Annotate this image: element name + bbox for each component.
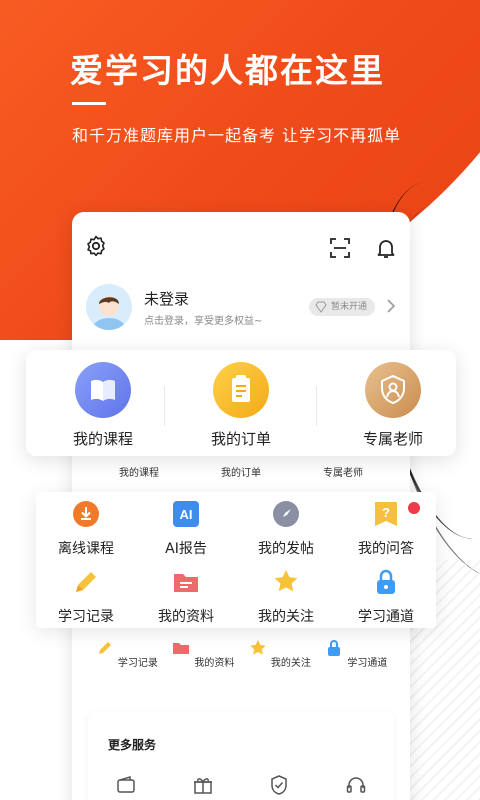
- notification-dot: [408, 502, 420, 514]
- small-tile-courses[interactable]: 我的课程: [119, 464, 159, 479]
- small-tile-orders[interactable]: 我的订单: [221, 464, 261, 479]
- teacher-icon: [365, 362, 421, 418]
- lock-icon: [377, 569, 395, 594]
- tool-ai-report[interactable]: AI AI报告: [136, 500, 236, 558]
- tile-label: 我的课程: [72, 430, 133, 448]
- small-tile-teacher[interactable]: 专属老师: [323, 464, 363, 479]
- svg-text:AI: AI: [180, 507, 193, 522]
- book-icon: [75, 362, 131, 418]
- scan-icon[interactable]: [328, 236, 352, 260]
- top-bar: [72, 212, 410, 282]
- tool-my-follows[interactable]: 我的关注: [236, 568, 336, 626]
- more-services-icons: [88, 774, 394, 796]
- star-icon: [274, 570, 298, 592]
- headset-icon[interactable]: [345, 774, 367, 796]
- tool-label: 离线课程: [58, 541, 114, 557]
- clipboard-icon: [213, 362, 269, 418]
- compass-icon: [273, 501, 299, 527]
- settings-icon[interactable]: [84, 234, 108, 258]
- tool-label: 我的资料: [158, 609, 214, 625]
- ai-icon: AI: [173, 501, 199, 527]
- tool-my-materials[interactable]: 我的资料: [136, 568, 236, 626]
- headline-underline: [72, 102, 106, 105]
- folder-icon: [174, 574, 198, 592]
- mini-tool-label: 我的资料: [194, 658, 235, 669]
- vip-badge-label: 暂未开通: [331, 302, 368, 312]
- chevron-right-icon[interactable]: [386, 298, 396, 314]
- profile-section[interactable]: 未登录 点击登录，享受更多权益~ 暂未开通: [86, 284, 396, 340]
- avatar-icon: [86, 284, 132, 330]
- divider: [164, 386, 165, 426]
- main-tiles-panel: 我的课程 我的订单 专属老师: [26, 350, 456, 456]
- tile-exclusive-teacher[interactable]: 专属老师: [338, 362, 448, 449]
- download-icon: [73, 501, 99, 527]
- headline: 爱学习的人都在这里: [70, 51, 385, 90]
- subheadline: 和千万准题库用户一起备考 让学习不再孤单: [72, 126, 402, 145]
- mini-tool-label: 学习通道: [347, 658, 388, 669]
- lock-icon: [328, 640, 341, 656]
- tile-my-courses[interactable]: 我的课程: [48, 362, 158, 449]
- divider: [316, 386, 317, 426]
- mini-tool-study-record[interactable]: 学习记录: [91, 630, 161, 698]
- mini-tool-label: 学习记录: [117, 658, 158, 669]
- svg-text:?: ?: [382, 505, 390, 520]
- avatar[interactable]: [86, 284, 132, 330]
- pencil-icon: [76, 572, 96, 592]
- tile-label: 专属老师: [362, 430, 423, 448]
- shield-icon[interactable]: [268, 774, 290, 796]
- tool-my-posts[interactable]: 我的发帖: [236, 500, 336, 558]
- vip-badge[interactable]: 暂未开通: [309, 298, 376, 316]
- bell-icon[interactable]: [374, 236, 398, 260]
- login-subtitle: 点击登录，享受更多权益~: [144, 316, 263, 327]
- mini-tool-channel[interactable]: 学习通道: [321, 630, 391, 698]
- tile-my-orders[interactable]: 我的订单: [186, 362, 296, 449]
- pencil-icon: [98, 642, 111, 654]
- tool-study-channel[interactable]: 学习通道: [336, 568, 436, 626]
- tile-label: 我的订单: [210, 430, 271, 448]
- mini-tool-label: 我的关注: [270, 658, 311, 669]
- tool-label: 我的问答: [358, 541, 414, 557]
- more-services-card: 更多服务: [88, 712, 394, 800]
- diamond-icon: [315, 301, 327, 313]
- tool-label: 我的关注: [258, 609, 314, 625]
- mini-tools-grid: 学习记录 我的资料 我的关注 学习通道: [88, 630, 394, 698]
- tool-label: AI报告: [165, 541, 207, 557]
- tools-panel: 离线课程 AI AI报告 我的发帖 ? 我的问答 学习记录 我的资料 我的关注 …: [36, 492, 436, 628]
- mini-tool-materials[interactable]: 我的资料: [168, 630, 238, 698]
- gift-icon[interactable]: [192, 774, 214, 796]
- tool-label: 我的发帖: [258, 541, 314, 557]
- mini-tool-follows[interactable]: 我的关注: [244, 630, 314, 698]
- folder-icon: [173, 643, 190, 654]
- more-services-title: 更多服务: [108, 738, 157, 752]
- star-icon: [249, 640, 266, 655]
- question-icon: ?: [375, 502, 397, 526]
- tool-label: 学习记录: [58, 609, 114, 625]
- tool-my-qa[interactable]: ? 我的问答: [336, 500, 436, 558]
- small-tiles-row: 我的课程 我的订单 专属老师: [88, 464, 394, 479]
- tool-offline-courses[interactable]: 离线课程: [36, 500, 136, 558]
- tool-study-record[interactable]: 学习记录: [36, 568, 136, 626]
- wallet-icon[interactable]: [115, 774, 137, 796]
- login-title[interactable]: 未登录: [144, 288, 189, 309]
- tool-label: 学习通道: [358, 609, 414, 625]
